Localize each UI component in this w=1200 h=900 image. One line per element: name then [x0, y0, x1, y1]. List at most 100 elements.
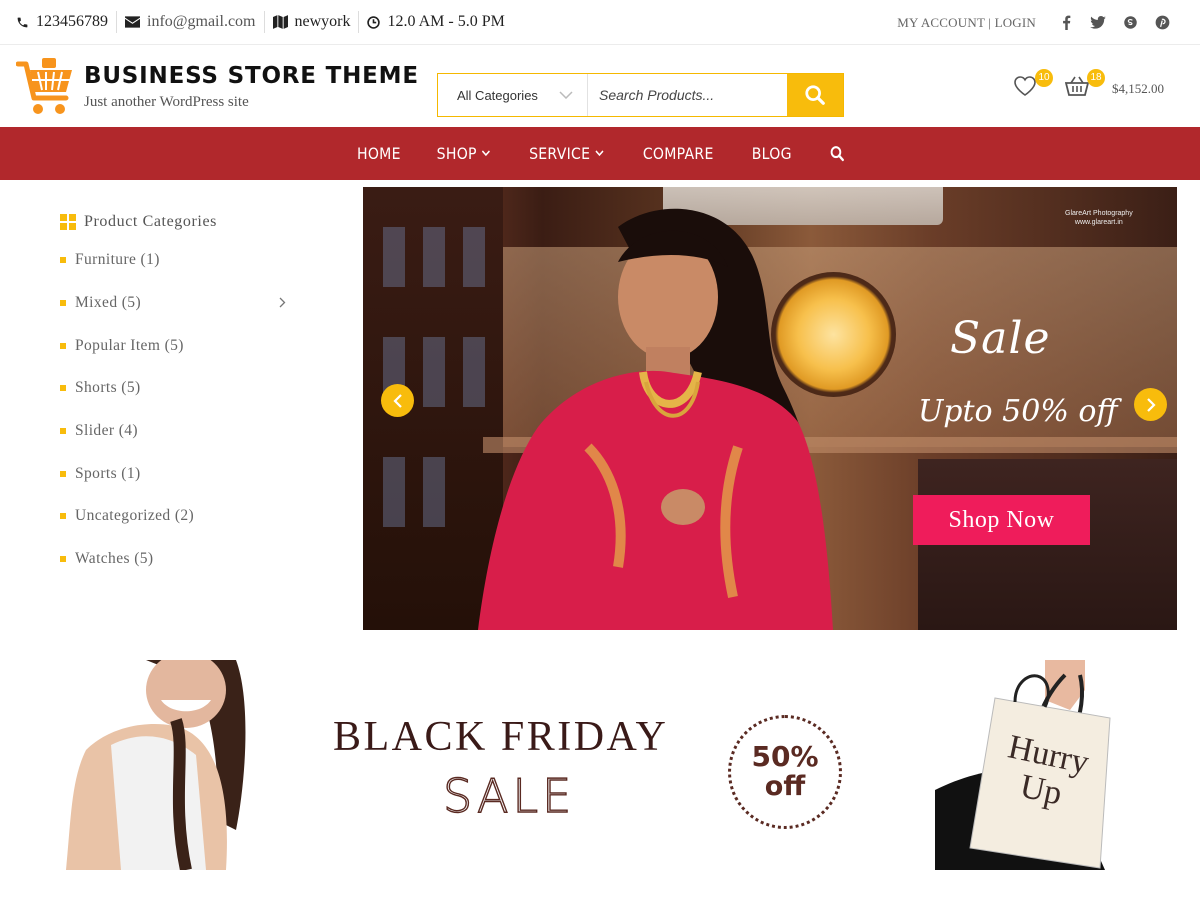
location-info: newyork [263, 11, 359, 33]
bullet [60, 300, 66, 307]
slide-title: Sale [950, 313, 1051, 364]
discount-circle: 50% off [728, 715, 842, 829]
phone-text: 123456789 [36, 13, 108, 30]
slider-prev-button[interactable] [381, 384, 414, 417]
sidebar-heading: Product Categories [60, 205, 300, 239]
top-right: MY ACCOUNT | LOGIN [897, 0, 1178, 45]
nav-compare-label: COMPARE [643, 144, 715, 163]
email-info: info@gmail.com [116, 11, 264, 33]
basket-icon [1064, 76, 1090, 96]
facebook-icon [1062, 15, 1070, 30]
bullet [60, 428, 66, 435]
site-title[interactable]: BUSINESS STORE THEME [84, 63, 419, 89]
search-button[interactable] [787, 74, 843, 116]
category-item-mixed[interactable]: Mixed (5) [60, 282, 300, 325]
sidebar-heading-text: Product Categories [84, 213, 217, 230]
nav-home[interactable]: HOME [357, 144, 401, 163]
category-item-slider[interactable]: Slider (4) [60, 410, 300, 453]
skype-icon [1123, 16, 1137, 29]
top-bar: 123456789 info@gmail.com newyork 12.0 AM… [0, 0, 1200, 45]
product-search: All Categories [437, 73, 844, 117]
clock-icon [367, 15, 381, 29]
discount-off: off [764, 771, 806, 802]
bullet [60, 257, 66, 264]
slider-next-button[interactable] [1134, 388, 1167, 421]
category-label: Popular Item (5) [75, 336, 184, 354]
main-nav: HOME SHOP SERVICE COMPARE BLOG [0, 127, 1200, 180]
phone-info: 123456789 [0, 11, 116, 33]
cart-count-badge: 18 [1087, 69, 1105, 87]
category-item-uncategorized[interactable]: Uncategorized (2) [60, 495, 300, 538]
bullet [60, 556, 66, 563]
map-icon [272, 15, 288, 29]
twitter-icon [1090, 16, 1106, 29]
category-item-furniture[interactable]: Furniture (1) [60, 239, 300, 282]
category-item-sports[interactable]: Sports (1) [60, 452, 300, 495]
category-label: Slider (4) [75, 422, 138, 440]
heart-icon [1014, 76, 1036, 96]
slide-subtitle: Upto 50% off [918, 394, 1118, 429]
banner-sale: SALE [442, 768, 576, 823]
hours-text: 12.0 AM - 5.0 PM [387, 13, 505, 30]
login-link[interactable]: LOGIN [995, 15, 1036, 30]
black-friday-banner[interactable]: BLACK FRIDAY SALE 50% off Hurry Up [0, 655, 1200, 870]
my-account-link[interactable]: MY ACCOUNT [897, 15, 985, 30]
bullet [60, 470, 66, 477]
nav-compare[interactable]: COMPARE [643, 144, 714, 163]
account-links: MY ACCOUNT | LOGIN [897, 14, 1036, 30]
site-tagline: Just another WordPress site [84, 94, 249, 110]
photo-credit-line1: GlareArt Photography [1065, 210, 1133, 217]
category-item-popular-item[interactable]: Popular Item (5) [60, 324, 300, 367]
category-item-watches[interactable]: Watches (5) [60, 538, 300, 581]
location-text: newyork [294, 13, 351, 30]
search-icon [805, 85, 825, 105]
nav-shop[interactable]: SHOP [437, 144, 490, 163]
wishlist-count-badge: 10 [1035, 69, 1053, 87]
photo-credit-line2: www.glareart.in [1074, 219, 1123, 226]
nav-search-button[interactable] [826, 145, 845, 162]
chevron-left-icon [392, 393, 402, 408]
category-list: Furniture (1) Mixed (5) Popular Item (5)… [60, 239, 300, 581]
chevron-right-icon [1146, 397, 1156, 412]
category-label: Watches (5) [75, 550, 154, 568]
pinterest-link[interactable] [1146, 0, 1178, 45]
slide-model-image [478, 208, 833, 630]
nav-blog[interactable]: BLOG [752, 144, 792, 163]
wishlist-button[interactable]: 10 [1013, 69, 1053, 102]
grid-icon [60, 214, 76, 230]
photo-credit: GlareArt Photography www.glareart.in [1065, 209, 1133, 227]
category-label: Shorts (5) [75, 379, 141, 397]
hours-info: 12.0 AM - 5.0 PM [358, 11, 512, 33]
cart-total[interactable]: $4,152.00 [1112, 81, 1164, 97]
site-header: BUSINESS STORE THEME Just another WordPr… [0, 46, 1200, 127]
facebook-link[interactable] [1050, 0, 1082, 45]
category-select[interactable]: All Categories [438, 74, 588, 116]
category-label: Furniture (1) [75, 251, 160, 269]
nav-home-label: HOME [356, 144, 401, 163]
pinterest-icon [1155, 15, 1169, 30]
skype-link[interactable] [1114, 0, 1146, 45]
nav-service[interactable]: SERVICE [528, 144, 604, 163]
cart-button[interactable]: 18 [1064, 69, 1105, 102]
bullet [60, 342, 66, 349]
shopping-cart-logo-icon[interactable] [16, 56, 76, 118]
chevron-down-icon [481, 150, 490, 157]
chevron-down-icon [559, 91, 573, 99]
search-input[interactable] [588, 74, 787, 116]
phone-icon [17, 17, 28, 27]
email-text[interactable]: info@gmail.com [147, 13, 256, 31]
chevron-down-icon [594, 150, 604, 157]
nav-service-label: SERVICE [528, 144, 591, 163]
twitter-link[interactable] [1082, 0, 1114, 45]
search-icon [831, 146, 845, 162]
product-categories-sidebar: Product Categories Furniture (1) Mixed (… [60, 205, 300, 581]
envelope-icon [125, 16, 140, 28]
category-label: Sports (1) [75, 464, 141, 482]
discount-percent: 50% [751, 740, 819, 773]
chevron-right-icon[interactable] [279, 297, 286, 308]
hero-slider: GlareArt Photography www.glareart.in Sal… [363, 187, 1177, 630]
category-item-shorts[interactable]: Shorts (5) [60, 367, 300, 410]
banner-model-image [66, 660, 246, 870]
shop-now-button[interactable]: Shop Now [913, 495, 1090, 545]
banner-title: BLACK FRIDAY [333, 714, 669, 760]
